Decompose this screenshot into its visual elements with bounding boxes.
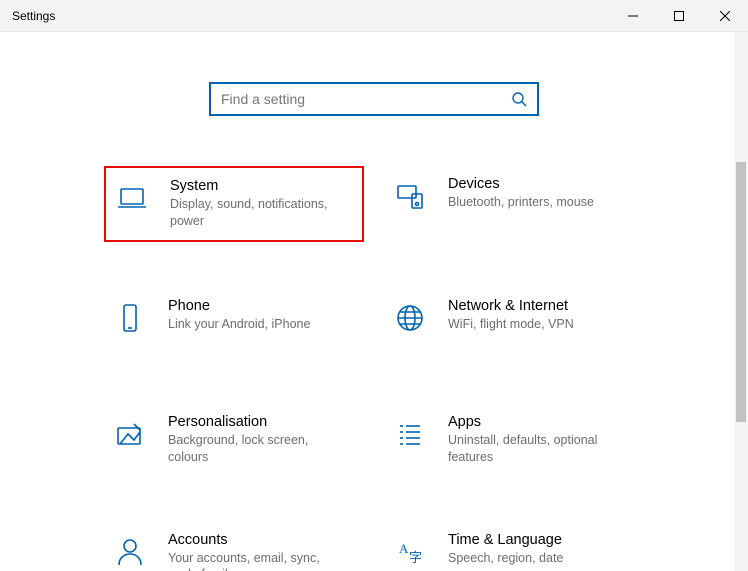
tile-apps[interactable]: Apps Uninstall, defaults, optional featu… <box>384 404 644 476</box>
search-icon <box>511 91 527 107</box>
close-button[interactable] <box>702 0 748 32</box>
window-title: Settings <box>0 9 55 23</box>
tile-title: Time & Language <box>448 532 632 548</box>
maximize-icon <box>674 11 684 21</box>
language-icon: A字 <box>390 532 430 571</box>
scrollbar-track[interactable] <box>734 32 748 571</box>
tile-network[interactable]: Network & Internet WiFi, flight mode, VP… <box>384 288 644 358</box>
tile-personalisation[interactable]: Personalisation Background, lock screen,… <box>104 404 364 476</box>
window-controls <box>610 0 748 31</box>
tile-title: Personalisation <box>168 414 352 430</box>
svg-text:字: 字 <box>409 550 422 565</box>
minimize-icon <box>628 11 638 21</box>
tile-desc: Bluetooth, printers, mouse <box>448 194 632 211</box>
close-icon <box>720 11 730 21</box>
person-icon <box>110 532 150 571</box>
tile-desc: Uninstall, defaults, optional features <box>448 432 632 466</box>
paint-icon <box>110 414 150 454</box>
maximize-button[interactable] <box>656 0 702 32</box>
titlebar: Settings <box>0 0 748 32</box>
tile-desc: Speech, region, date <box>448 550 632 567</box>
apps-list-icon <box>390 414 430 454</box>
content: System Display, sound, notifications, po… <box>0 32 748 571</box>
phone-icon <box>110 298 150 338</box>
tile-title: System <box>170 178 350 194</box>
search-input[interactable] <box>221 91 511 107</box>
tile-devices[interactable]: Devices Bluetooth, printers, mouse <box>384 166 644 242</box>
tile-phone[interactable]: Phone Link your Android, iPhone <box>104 288 364 358</box>
tile-desc: Background, lock screen, colours <box>168 432 352 466</box>
tile-title: Devices <box>448 176 632 192</box>
tile-time-language[interactable]: A字 Time & Language Speech, region, date <box>384 522 644 571</box>
tile-title: Accounts <box>168 532 352 548</box>
tile-desc: Display, sound, notifications, power <box>170 196 350 230</box>
tile-accounts[interactable]: Accounts Your accounts, email, sync, wor… <box>104 522 364 571</box>
search-box[interactable] <box>209 82 539 116</box>
tile-title: Network & Internet <box>448 298 632 314</box>
tiles-grid: System Display, sound, notifications, po… <box>0 136 748 571</box>
devices-icon <box>390 176 430 216</box>
tile-title: Phone <box>168 298 352 314</box>
search-wrap <box>0 32 748 136</box>
tile-system[interactable]: System Display, sound, notifications, po… <box>104 166 364 242</box>
tile-title: Apps <box>448 414 632 430</box>
svg-text:A: A <box>399 541 409 556</box>
tile-desc: WiFi, flight mode, VPN <box>448 316 632 333</box>
scrollbar-thumb[interactable] <box>736 162 746 422</box>
tile-desc: Link your Android, iPhone <box>168 316 352 333</box>
tile-desc: Your accounts, email, sync, work, family <box>168 550 352 571</box>
laptop-icon <box>112 178 152 218</box>
globe-icon <box>390 298 430 338</box>
minimize-button[interactable] <box>610 0 656 32</box>
